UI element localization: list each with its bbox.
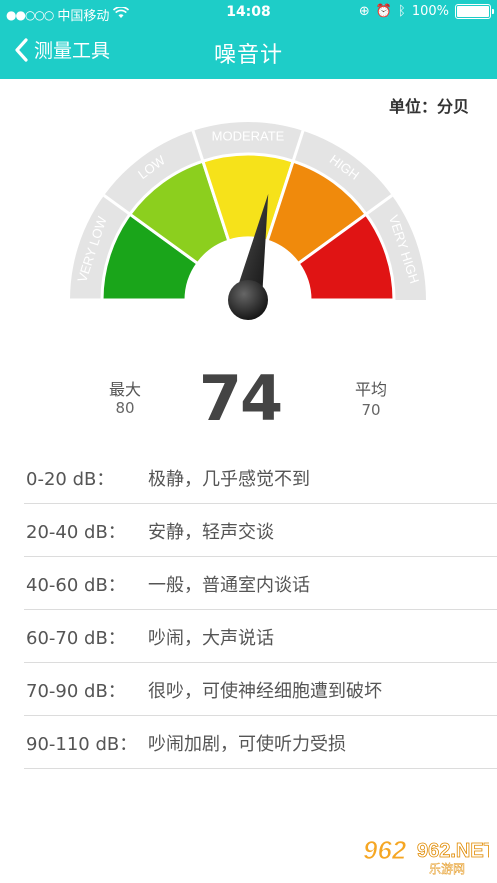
max-value: 80 bbox=[115, 399, 135, 417]
page-title: 噪音计 bbox=[213, 43, 283, 68]
battery-percent: 100% bbox=[411, 4, 449, 19]
watermark-logo: 962 962.NET 乐游网 bbox=[363, 835, 490, 876]
level-range: 90-110 dB： bbox=[26, 734, 138, 755]
readings: 最大 80 74 平均 70 bbox=[0, 362, 497, 435]
rotation-lock-icon: ⊕ bbox=[358, 4, 370, 19]
list-item: 70-90 dB： 很吵，可使神经细胞遭到破坏 bbox=[24, 663, 497, 716]
nav-bar: 测量工具 噪音计 bbox=[0, 28, 497, 74]
watermark-text: 962.NET bbox=[417, 840, 489, 862]
gauge-label: MODERATE bbox=[212, 128, 285, 143]
level-desc: 很吵，可使神经细胞遭到破坏 bbox=[148, 681, 382, 702]
noise-gauge: VERY LOWLOWMODERATEHIGHVERY HIGH bbox=[70, 122, 426, 320]
avg-label: 平均 bbox=[354, 380, 387, 399]
list-item: 60-70 dB： 吵闹，大声说话 bbox=[24, 610, 497, 663]
max-label: 最大 bbox=[108, 380, 141, 399]
level-desc: 吵闹加剧，可使听力受损 bbox=[148, 734, 346, 755]
top-bar: ●●○○○ 中国移动 14:08 ⊕ ⏰ ᛒ 100% 测量工具 噪音计 bbox=[0, 0, 497, 79]
level-range: 20-40 dB： bbox=[26, 522, 126, 543]
level-desc: 极静，几乎感觉不到 bbox=[148, 469, 310, 490]
list-item: 0-20 dB： 极静，几乎感觉不到 bbox=[24, 451, 497, 504]
level-desc: 安静，轻声交谈 bbox=[148, 522, 274, 543]
current-db-value: 74 bbox=[198, 362, 283, 435]
watermark-sub: 乐游网 bbox=[429, 862, 465, 875]
needle-hub bbox=[228, 280, 268, 320]
battery-icon bbox=[455, 4, 494, 19]
svg-text:962: 962 bbox=[363, 835, 407, 865]
status-bar: ●●○○○ 中国移动 14:08 ⊕ ⏰ ᛒ 100% bbox=[0, 0, 497, 26]
level-range: 0-20 dB： bbox=[26, 469, 115, 490]
level-desc: 吵闹，大声说话 bbox=[148, 628, 274, 649]
level-range: 40-60 dB： bbox=[26, 575, 126, 596]
avg-value: 70 bbox=[361, 401, 381, 419]
level-range: 60-70 dB： bbox=[26, 628, 126, 649]
list-item: 90-110 dB： 吵闹加剧，可使听力受损 bbox=[24, 716, 497, 769]
list-item: 20-40 dB： 安静，轻声交谈 bbox=[24, 504, 497, 557]
bluetooth-icon: ᛒ bbox=[398, 4, 406, 19]
level-range: 70-90 dB： bbox=[26, 681, 126, 702]
list-item: 40-60 dB： 一般，普通室内谈话 bbox=[24, 557, 497, 610]
alarm-icon: ⏰ bbox=[375, 4, 393, 19]
noise-level-list: 0-20 dB： 极静，几乎感觉不到 20-40 dB： 安静，轻声交谈 40-… bbox=[24, 451, 497, 769]
level-desc: 一般，普通室内谈话 bbox=[148, 575, 310, 596]
